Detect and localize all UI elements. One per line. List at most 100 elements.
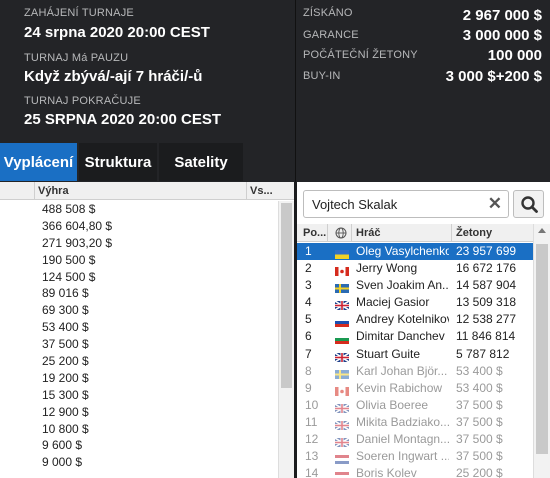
- player-row[interactable]: 7 Stuart Guite 5 787 812: [297, 346, 533, 363]
- tournament-header: ZAHÁJENÍ TURNAJE 24 srpna 2020 20:00 CES…: [0, 0, 550, 182]
- player-position: 3: [305, 278, 312, 293]
- payout-row[interactable]: 9 000 $: [0, 454, 278, 471]
- close-icon[interactable]: ✕: [488, 194, 502, 214]
- payout-row[interactable]: 9 600 $: [0, 437, 278, 454]
- netherlands-flag-icon: [335, 452, 349, 465]
- column-position[interactable]: Po...: [303, 227, 326, 239]
- payout-row[interactable]: 12 900 $: [0, 404, 278, 421]
- search-icon: [521, 196, 538, 213]
- stat-value-buyin: 3 000 $+200 $: [445, 68, 542, 85]
- player-chips: 25 200 $: [456, 466, 503, 478]
- player-row[interactable]: 3 Sven Joakim An... 14 587 904: [297, 277, 533, 294]
- uk-flag-icon: [334, 435, 350, 448]
- russia-flag-icon: [335, 315, 349, 328]
- player-position: 8: [305, 363, 312, 378]
- scroll-up-icon[interactable]: [538, 228, 546, 233]
- payout-row[interactable]: 25 200 $: [0, 353, 278, 370]
- player-row[interactable]: 2 Jerry Wong 16 672 176: [297, 260, 533, 277]
- stat-label-buyin: BUY-IN: [303, 70, 341, 82]
- player-name: Karl Johan Björ...: [356, 363, 448, 378]
- canada-flag-icon: [335, 264, 349, 277]
- payouts-table: Výhra Vs... 488 508 $366 604,80 $271 903…: [0, 182, 294, 478]
- player-row[interactable]: 4 Maciej Gasior 13 509 318: [297, 294, 533, 311]
- scroll-thumb[interactable]: [281, 203, 292, 388]
- player-position: 5: [305, 312, 312, 327]
- player-row[interactable]: 9 Kevin Rabichow 53 400 $: [297, 380, 533, 397]
- player-name: Mikita Badziako...: [356, 414, 449, 429]
- column-prize[interactable]: Výhra: [38, 185, 69, 197]
- uk-flag-icon: [334, 298, 350, 311]
- payouts-scrollbar[interactable]: [278, 201, 294, 478]
- scroll-thumb[interactable]: [536, 244, 548, 454]
- player-row[interactable]: 13 Soeren Ingwart ... 37 500 $: [297, 448, 533, 465]
- player-search-input[interactable]: Vojtech Skalak ✕: [303, 190, 509, 218]
- netherlands-flag-icon: [335, 469, 349, 478]
- player-chips: 37 500 $: [456, 449, 503, 464]
- player-row[interactable]: 12 Daniel Montagn... 37 500 $: [297, 431, 533, 448]
- player-row[interactable]: 8 Karl Johan Björ... 53 400 $: [297, 363, 533, 380]
- uk-flag-icon: [334, 401, 350, 414]
- payouts-header: Výhra Vs...: [0, 182, 294, 200]
- payout-row[interactable]: 271 903,20 $: [0, 235, 278, 252]
- player-name: Olivia Boeree: [356, 397, 429, 412]
- player-chips: 37 500 $: [456, 397, 503, 412]
- payout-row[interactable]: 19 200 $: [0, 370, 278, 387]
- search-value: Vojtech Skalak: [312, 197, 398, 212]
- payout-row[interactable]: 89 016 $: [0, 285, 278, 302]
- player-row[interactable]: 1 Oleg Vasylchenko 23 957 699: [297, 243, 533, 261]
- payout-row[interactable]: 124 500 $: [0, 269, 278, 286]
- payout-row[interactable]: 69 300 $: [0, 302, 278, 319]
- payout-row[interactable]: 37 500 $: [0, 336, 278, 353]
- player-name: Andrey Kotelnikov: [356, 312, 449, 327]
- payout-rows: 488 508 $366 604,80 $271 903,20 $190 500…: [0, 201, 278, 471]
- payout-row[interactable]: 53 400 $: [0, 319, 278, 336]
- player-row[interactable]: 11 Mikita Badziako... 37 500 $: [297, 414, 533, 431]
- player-position: 4: [305, 295, 312, 310]
- player-name: Oleg Vasylchenko: [356, 244, 449, 258]
- player-row[interactable]: 6 Dimitar Danchev 11 846 814: [297, 328, 533, 345]
- search-button[interactable]: [513, 190, 544, 218]
- player-chips: 12 538 277: [456, 312, 517, 327]
- player-row[interactable]: 14 Boris Kolev 25 200 $: [297, 465, 533, 478]
- payout-row[interactable]: 488 508 $: [0, 201, 278, 218]
- stat-value-collected: 2 967 000 $: [462, 7, 542, 24]
- globe-icon[interactable]: [335, 227, 347, 242]
- player-chips: 23 957 699: [456, 244, 517, 258]
- player-position: 11: [305, 414, 318, 429]
- column-vs[interactable]: Vs...: [250, 185, 273, 197]
- column-chips[interactable]: Žetony: [456, 227, 492, 239]
- tournament-stats: ZÍSKÁNO 2 967 000 $ GARANCE 3 000 000 $ …: [295, 0, 550, 182]
- stat-label-guarantee: GARANCE: [303, 29, 359, 41]
- players-scrollbar[interactable]: [533, 224, 550, 478]
- payout-row[interactable]: 366 604,80 $: [0, 218, 278, 235]
- stat-label-collected: ZÍSKÁNO: [303, 7, 353, 19]
- uk-flag-icon: [334, 418, 350, 431]
- tab-payouts[interactable]: Vyplácení: [0, 143, 77, 181]
- player-position: 7: [305, 346, 312, 361]
- player-chips: 53 400 $: [456, 363, 503, 378]
- player-row[interactable]: 10 Olivia Boeree 37 500 $: [297, 397, 533, 414]
- column-divider: [327, 224, 328, 242]
- tab-satellites[interactable]: Satelity: [159, 143, 243, 181]
- tab-structure[interactable]: Struktura: [79, 143, 157, 181]
- column-divider: [34, 182, 35, 200]
- player-name: Jerry Wong: [356, 261, 418, 276]
- player-chips: 11 846 814: [456, 329, 516, 344]
- player-chips: 13 509 318: [456, 295, 517, 310]
- column-player[interactable]: Hráč: [356, 227, 380, 239]
- player-name: Dimitar Danchev: [356, 329, 445, 344]
- payout-row[interactable]: 15 300 $: [0, 387, 278, 404]
- player-rows: 1 Oleg Vasylchenko 23 957 699 2 Jerry Wong 16…: [297, 243, 533, 478]
- player-row[interactable]: 5 Andrey Kotelnikov 12 538 277: [297, 311, 533, 328]
- player-position: 10: [305, 397, 319, 412]
- ukraine-flag-icon: [335, 247, 349, 259]
- payout-row[interactable]: 190 500 $: [0, 252, 278, 269]
- player-name: Kevin Rabichow: [356, 380, 443, 395]
- bulgaria-flag-icon: [335, 332, 349, 345]
- player-name: Maciej Gasior: [356, 295, 430, 310]
- payout-row[interactable]: 10 800 $: [0, 421, 278, 438]
- player-chips: 16 672 176: [456, 261, 517, 276]
- player-chips: 53 400 $: [456, 380, 503, 395]
- column-divider: [246, 182, 247, 200]
- sweden-flag-icon: [335, 281, 349, 294]
